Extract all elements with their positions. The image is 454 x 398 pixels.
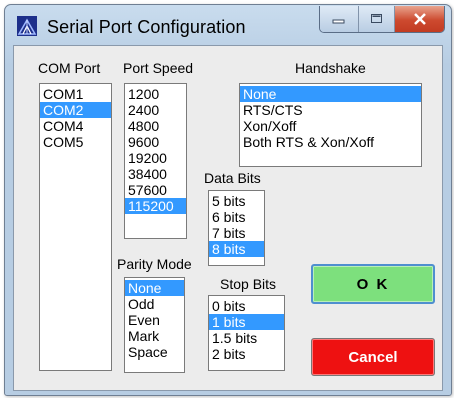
port-speed-option[interactable]: 57600 <box>125 182 186 198</box>
minimize-button[interactable] <box>320 6 358 32</box>
port-speed-list[interactable]: 1200 2400 4800 9600 19200 38400 57600 115200 <box>124 83 187 239</box>
data-bits-option[interactable]: 6 bits <box>209 209 264 225</box>
port-speed-label: Port Speed <box>123 60 194 76</box>
port-speed-option[interactable]: 2400 <box>125 102 186 118</box>
port-speed-option[interactable]: 38400 <box>125 166 186 182</box>
maximize-button[interactable] <box>358 6 394 32</box>
data-bits-option[interactable]: 7 bits <box>209 225 264 241</box>
dialog-body: COM Port COM1 COM2 COM4 COM5 Port Speed 120… <box>13 45 443 391</box>
handshake-option[interactable]: RTS/CTS <box>240 102 421 118</box>
stop-bits-option[interactable]: 1 bits <box>209 314 284 330</box>
port-speed-option[interactable]: 19200 <box>125 150 186 166</box>
data-bits-list[interactable]: 5 bits 6 bits 7 bits 8 bits <box>208 190 265 266</box>
com-port-option[interactable]: COM5 <box>40 134 111 150</box>
stop-bits-option[interactable]: 1.5 bits <box>209 330 284 346</box>
stop-bits-label: Stop Bits <box>220 276 277 292</box>
port-speed-option[interactable]: 1200 <box>125 86 186 102</box>
handshake-label: Handshake <box>295 60 366 76</box>
ok-button[interactable]: O K <box>311 264 435 304</box>
cancel-button[interactable]: Cancel <box>311 338 435 376</box>
data-bits-option[interactable]: 8 bits <box>209 241 264 257</box>
handshake-option[interactable]: None <box>240 86 421 102</box>
handshake-option[interactable]: Both RTS & Xon/Xoff <box>240 134 421 150</box>
parity-mode-option[interactable]: Even <box>125 312 184 328</box>
maximize-icon <box>370 14 382 23</box>
minimize-icon <box>332 19 345 24</box>
handshake-list[interactable]: None RTS/CTS Xon/Xoff Both RTS & Xon/Xoff <box>239 83 422 167</box>
close-button[interactable] <box>394 6 444 32</box>
com-port-option[interactable]: COM4 <box>40 118 111 134</box>
parity-mode-option[interactable]: Odd <box>125 296 184 312</box>
app-icon <box>17 16 37 36</box>
com-port-option[interactable]: COM1 <box>40 86 111 102</box>
caption-buttons <box>319 6 445 33</box>
title-bar[interactable]: Serial Port Configuration <box>5 5 451 45</box>
port-speed-option[interactable]: 4800 <box>125 118 186 134</box>
parity-mode-option[interactable]: Space <box>125 344 184 360</box>
close-icon <box>413 13 426 25</box>
data-bits-label: Data Bits <box>204 170 261 186</box>
stop-bits-option[interactable]: 0 bits <box>209 298 284 314</box>
data-bits-option[interactable]: 5 bits <box>209 193 264 209</box>
window-title: Serial Port Configuration <box>47 17 246 37</box>
parity-mode-option[interactable]: Mark <box>125 328 184 344</box>
stop-bits-list[interactable]: 0 bits 1 bits 1.5 bits 2 bits <box>208 295 285 371</box>
handshake-option[interactable]: Xon/Xoff <box>240 118 421 134</box>
com-port-option[interactable]: COM2 <box>40 102 111 118</box>
com-port-list[interactable]: COM1 COM2 COM4 COM5 <box>39 83 112 371</box>
port-speed-option[interactable]: 9600 <box>125 134 186 150</box>
com-port-label: COM Port <box>38 60 101 76</box>
config-window: Serial Port Configuration COM Port COM1 C… <box>4 4 452 396</box>
port-speed-option[interactable]: 115200 <box>125 198 186 214</box>
parity-mode-label: Parity Mode <box>117 256 192 272</box>
parity-mode-option[interactable]: None <box>125 280 184 296</box>
stop-bits-option[interactable]: 2 bits <box>209 346 284 362</box>
parity-mode-list[interactable]: None Odd Even Mark Space <box>124 277 185 373</box>
